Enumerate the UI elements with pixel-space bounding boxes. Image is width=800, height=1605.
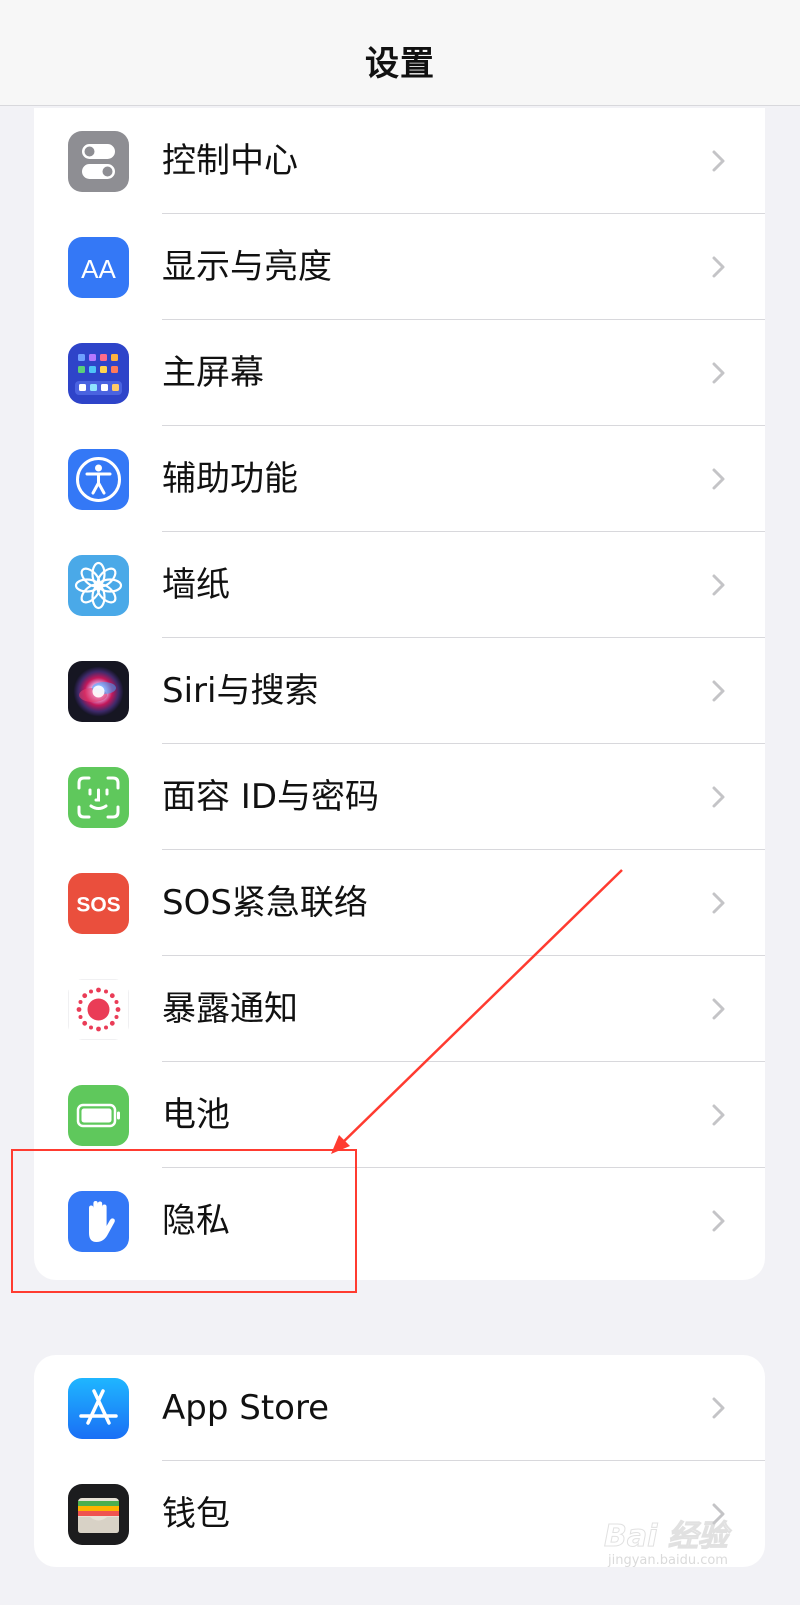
chevron-right-icon xyxy=(712,256,725,278)
chevron-right-icon xyxy=(712,1210,725,1232)
settings-row-control-center[interactable]: 控制中心 xyxy=(34,108,765,214)
settings-row-label: 面容 ID与密码 xyxy=(162,777,380,817)
settings-row-display-brightness[interactable]: AA 显示与亮度 xyxy=(34,214,765,320)
display-brightness-icon: AA xyxy=(68,237,129,298)
settings-row-app-store[interactable]: App Store xyxy=(34,1355,765,1461)
settings-row-face-id[interactable]: 面容 ID与密码 xyxy=(34,744,765,850)
page-title: 设置 xyxy=(365,44,435,84)
watermark: Bai 经验 jingyan.baidu.com xyxy=(604,1505,754,1577)
chevron-right-icon xyxy=(712,892,725,914)
settings-row-label: 暴露通知 xyxy=(162,989,298,1029)
settings-row-label: 辅助功能 xyxy=(162,459,298,499)
settings-row-siri[interactable]: Siri与搜索 xyxy=(34,638,765,744)
settings-row-label: 显示与亮度 xyxy=(162,247,332,287)
settings-row-label: Siri与搜索 xyxy=(162,671,319,711)
settings-row-home-screen[interactable]: 主屏幕 xyxy=(34,320,765,426)
watermark-brand: Bai 经验 xyxy=(604,1519,729,1555)
settings-row-wallpaper[interactable]: 墙纸 xyxy=(34,532,765,638)
chevron-right-icon xyxy=(712,998,725,1020)
settings-row-label: 钱包 xyxy=(162,1494,230,1534)
chevron-right-icon xyxy=(712,150,725,172)
settings-row-label: App Store xyxy=(162,1388,330,1428)
accessibility-icon xyxy=(68,449,129,510)
chevron-right-icon xyxy=(712,1104,725,1126)
wallet-icon xyxy=(68,1484,129,1545)
exposure-notification-icon xyxy=(68,979,129,1040)
chevron-right-icon xyxy=(712,362,725,384)
navigation-bar: 设置 xyxy=(0,0,800,106)
battery-icon xyxy=(68,1085,129,1146)
control-center-icon xyxy=(68,131,129,192)
chevron-right-icon xyxy=(712,786,725,808)
settings-row-label: SOS紧急联络 xyxy=(162,883,368,923)
settings-row-accessibility[interactable]: 辅助功能 xyxy=(34,426,765,532)
wallpaper-icon xyxy=(68,555,129,616)
settings-row-exposure-notifications[interactable]: 暴露通知 xyxy=(34,956,765,1062)
watermark-url: jingyan.baidu.com xyxy=(608,1553,728,1568)
settings-row-sos[interactable]: SOS SOS紧急联络 xyxy=(34,850,765,956)
display-aa-text: AA xyxy=(81,254,116,284)
chevron-right-icon xyxy=(712,574,725,596)
chevron-right-icon xyxy=(712,1397,725,1419)
app-store-icon xyxy=(68,1378,129,1439)
face-id-icon xyxy=(68,767,129,828)
settings-row-label: 墙纸 xyxy=(162,565,230,605)
home-screen-icon xyxy=(68,343,129,404)
sos-icon: SOS xyxy=(68,873,129,934)
chevron-right-icon xyxy=(712,680,725,702)
settings-row-label: 控制中心 xyxy=(162,141,298,181)
settings-row-label: 主屏幕 xyxy=(162,353,264,393)
siri-icon xyxy=(68,661,129,722)
chevron-right-icon xyxy=(712,468,725,490)
annotation-highlight-box xyxy=(11,1149,357,1293)
sos-icon-text: SOS xyxy=(76,894,120,917)
settings-group-system: 控制中心 AA 显示与亮度 主屏幕 辅助功能 墙纸 Siri与搜索 面容 ID与… xyxy=(34,108,765,1280)
